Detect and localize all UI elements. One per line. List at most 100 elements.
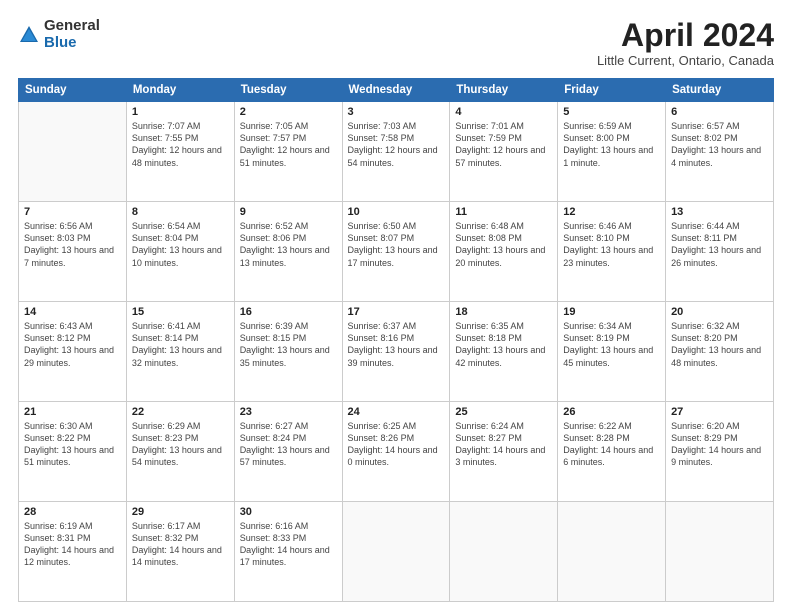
day-number: 2 bbox=[240, 106, 337, 118]
day-number: 5 bbox=[563, 106, 660, 118]
day-number: 8 bbox=[132, 206, 229, 218]
day-detail: Sunrise: 6:17 AMSunset: 8:32 PMDaylight:… bbox=[132, 520, 229, 569]
day-detail: Sunrise: 6:35 AMSunset: 8:18 PMDaylight:… bbox=[455, 320, 552, 369]
day-detail: Sunrise: 6:54 AMSunset: 8:04 PMDaylight:… bbox=[132, 220, 229, 269]
logo-general: General bbox=[44, 18, 100, 35]
calendar-day-header: Saturday bbox=[666, 79, 774, 102]
day-number: 11 bbox=[455, 206, 552, 218]
calendar-week-row: 21 Sunrise: 6:30 AMSunset: 8:22 PMDayligh… bbox=[19, 402, 774, 502]
day-number: 22 bbox=[132, 406, 229, 418]
day-number: 13 bbox=[671, 206, 768, 218]
day-number: 9 bbox=[240, 206, 337, 218]
day-detail: Sunrise: 6:34 AMSunset: 8:19 PMDaylight:… bbox=[563, 320, 660, 369]
calendar-day-header: Friday bbox=[558, 79, 666, 102]
calendar-day-cell: 24Sunrise: 6:25 AMSunset: 8:26 PMDayligh… bbox=[342, 402, 450, 502]
calendar-day-header: Sunday bbox=[19, 79, 127, 102]
calendar-day-cell: 8 Sunrise: 6:54 AMSunset: 8:04 PMDaylight… bbox=[126, 202, 234, 302]
calendar-day-header: Monday bbox=[126, 79, 234, 102]
calendar-day-cell bbox=[666, 502, 774, 602]
day-number: 16 bbox=[240, 306, 337, 318]
day-detail: Sunrise: 6:56 AMSunset: 8:03 PMDaylight:… bbox=[24, 220, 121, 269]
title-block: April 2024 Little Current, Ontario, Cana… bbox=[597, 18, 774, 68]
day-number: 17 bbox=[348, 306, 445, 318]
calendar-day-cell bbox=[19, 102, 127, 202]
day-detail: Sunrise: 6:59 AMSunset: 8:00 PMDaylight:… bbox=[563, 120, 660, 169]
calendar-day-cell: 27 Sunrise: 6:20 AMSunset: 8:29 PMDayligh… bbox=[666, 402, 774, 502]
day-number: 4 bbox=[455, 106, 552, 118]
day-number: 15 bbox=[132, 306, 229, 318]
calendar-day-cell: 16 Sunrise: 6:39 AMSunset: 8:15 PMDayligh… bbox=[234, 302, 342, 402]
day-detail: Sunrise: 6:43 AMSunset: 8:12 PMDaylight:… bbox=[24, 320, 121, 369]
calendar-day-cell: 21 Sunrise: 6:30 AMSunset: 8:22 PMDayligh… bbox=[19, 402, 127, 502]
calendar-week-row: 7 Sunrise: 6:56 AMSunset: 8:03 PMDaylight… bbox=[19, 202, 774, 302]
header: General Blue April 2024 Little Current, … bbox=[18, 18, 774, 68]
day-number: 30 bbox=[240, 506, 337, 518]
day-number: 7 bbox=[24, 206, 121, 218]
day-detail: Sunrise: 6:39 AMSunset: 8:15 PMDaylight:… bbox=[240, 320, 337, 369]
logo: General Blue bbox=[18, 18, 100, 51]
day-number: 19 bbox=[563, 306, 660, 318]
day-number: 28 bbox=[24, 506, 121, 518]
calendar-day-cell: 5 Sunrise: 6:59 AMSunset: 8:00 PMDaylight… bbox=[558, 102, 666, 202]
day-number: 29 bbox=[132, 506, 229, 518]
calendar-day-cell: 12 Sunrise: 6:46 AMSunset: 8:10 PMDayligh… bbox=[558, 202, 666, 302]
calendar-day-cell: 23Sunrise: 6:27 AMSunset: 8:24 PMDayligh… bbox=[234, 402, 342, 502]
day-detail: Sunrise: 6:41 AMSunset: 8:14 PMDaylight:… bbox=[132, 320, 229, 369]
calendar-header-row: SundayMondayTuesdayWednesdayThursdayFrid… bbox=[19, 79, 774, 102]
day-number: 10 bbox=[348, 206, 445, 218]
calendar-day-cell: 30 Sunrise: 6:16 AMSunset: 8:33 PMDayligh… bbox=[234, 502, 342, 602]
calendar-day-cell: 10Sunrise: 6:50 AMSunset: 8:07 PMDayligh… bbox=[342, 202, 450, 302]
logo-blue: Blue bbox=[44, 35, 100, 52]
calendar-day-cell: 9 Sunrise: 6:52 AMSunset: 8:06 PMDaylight… bbox=[234, 202, 342, 302]
day-detail: Sunrise: 7:07 AMSunset: 7:55 PMDaylight:… bbox=[132, 120, 229, 169]
day-number: 23 bbox=[240, 406, 337, 418]
day-number: 6 bbox=[671, 106, 768, 118]
subtitle: Little Current, Ontario, Canada bbox=[597, 53, 774, 68]
day-detail: Sunrise: 6:57 AMSunset: 8:02 PMDaylight:… bbox=[671, 120, 768, 169]
day-detail: Sunrise: 7:03 AMSunset: 7:58 PMDaylight:… bbox=[348, 120, 445, 169]
day-number: 12 bbox=[563, 206, 660, 218]
calendar-day-cell bbox=[450, 502, 558, 602]
calendar-table: SundayMondayTuesdayWednesdayThursdayFrid… bbox=[18, 78, 774, 602]
calendar-day-cell: 11 Sunrise: 6:48 AMSunset: 8:08 PMDayligh… bbox=[450, 202, 558, 302]
day-detail: Sunrise: 6:48 AMSunset: 8:08 PMDaylight:… bbox=[455, 220, 552, 269]
calendar-week-row: 1 Sunrise: 7:07 AMSunset: 7:55 PMDaylight… bbox=[19, 102, 774, 202]
day-number: 26 bbox=[563, 406, 660, 418]
calendar-day-cell: 3 Sunrise: 7:03 AMSunset: 7:58 PMDaylight… bbox=[342, 102, 450, 202]
calendar-day-cell: 28 Sunrise: 6:19 AMSunset: 8:31 PMDayligh… bbox=[19, 502, 127, 602]
calendar-day-cell: 6 Sunrise: 6:57 AMSunset: 8:02 PMDaylight… bbox=[666, 102, 774, 202]
calendar-day-cell: 14Sunrise: 6:43 AMSunset: 8:12 PMDayligh… bbox=[19, 302, 127, 402]
calendar-day-cell bbox=[342, 502, 450, 602]
calendar-day-cell: 7 Sunrise: 6:56 AMSunset: 8:03 PMDaylight… bbox=[19, 202, 127, 302]
calendar-day-cell: 26Sunrise: 6:22 AMSunset: 8:28 PMDayligh… bbox=[558, 402, 666, 502]
calendar-day-cell: 20 Sunrise: 6:32 AMSunset: 8:20 PMDayligh… bbox=[666, 302, 774, 402]
day-number: 1 bbox=[132, 106, 229, 118]
calendar-day-cell: 19 Sunrise: 6:34 AMSunset: 8:19 PMDayligh… bbox=[558, 302, 666, 402]
day-detail: Sunrise: 6:46 AMSunset: 8:10 PMDaylight:… bbox=[563, 220, 660, 269]
calendar-day-cell: 15 Sunrise: 6:41 AMSunset: 8:14 PMDayligh… bbox=[126, 302, 234, 402]
logo-icon bbox=[18, 24, 40, 46]
day-number: 20 bbox=[671, 306, 768, 318]
calendar-day-cell: 4 Sunrise: 7:01 AMSunset: 7:59 PMDaylight… bbox=[450, 102, 558, 202]
day-detail: Sunrise: 7:01 AMSunset: 7:59 PMDaylight:… bbox=[455, 120, 552, 169]
day-detail: Sunrise: 6:30 AMSunset: 8:22 PMDaylight:… bbox=[24, 420, 121, 469]
logo-text: General Blue bbox=[44, 18, 100, 51]
day-number: 24 bbox=[348, 406, 445, 418]
day-detail: Sunrise: 6:52 AMSunset: 8:06 PMDaylight:… bbox=[240, 220, 337, 269]
calendar-day-header: Thursday bbox=[450, 79, 558, 102]
calendar-day-cell: 13 Sunrise: 6:44 AMSunset: 8:11 PMDayligh… bbox=[666, 202, 774, 302]
day-number: 21 bbox=[24, 406, 121, 418]
day-number: 3 bbox=[348, 106, 445, 118]
calendar-week-row: 14Sunrise: 6:43 AMSunset: 8:12 PMDayligh… bbox=[19, 302, 774, 402]
day-detail: Sunrise: 6:20 AMSunset: 8:29 PMDaylight:… bbox=[671, 420, 768, 469]
day-detail: Sunrise: 6:16 AMSunset: 8:33 PMDaylight:… bbox=[240, 520, 337, 569]
day-detail: Sunrise: 6:24 AMSunset: 8:27 PMDaylight:… bbox=[455, 420, 552, 469]
day-detail: Sunrise: 6:32 AMSunset: 8:20 PMDaylight:… bbox=[671, 320, 768, 369]
day-detail: Sunrise: 6:19 AMSunset: 8:31 PMDaylight:… bbox=[24, 520, 121, 569]
calendar-day-header: Tuesday bbox=[234, 79, 342, 102]
day-detail: Sunrise: 6:44 AMSunset: 8:11 PMDaylight:… bbox=[671, 220, 768, 269]
day-detail: Sunrise: 6:29 AMSunset: 8:23 PMDaylight:… bbox=[132, 420, 229, 469]
calendar-day-cell: 18Sunrise: 6:35 AMSunset: 8:18 PMDayligh… bbox=[450, 302, 558, 402]
day-number: 27 bbox=[671, 406, 768, 418]
calendar-day-cell: 17Sunrise: 6:37 AMSunset: 8:16 PMDayligh… bbox=[342, 302, 450, 402]
